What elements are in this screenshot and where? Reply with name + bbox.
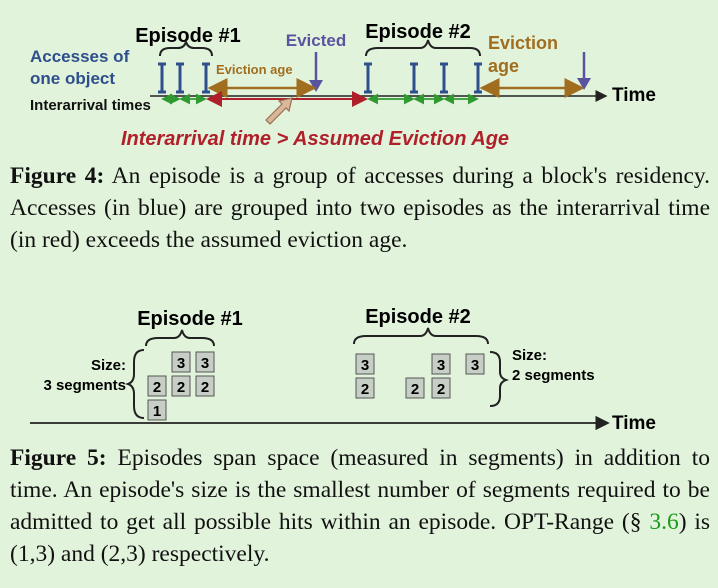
f5-caption-text-before: Episodes span space (measured in segment… [10,445,711,535]
svg-text:3: 3 [437,357,445,374]
f5-cell: 3 [465,353,485,375]
f5-episode2-brace [353,327,489,345]
f5-time-label: Time [612,413,656,434]
f4-evicted-arrowhead [309,80,323,92]
f4-caption-label: Figure 4: [10,163,105,189]
f5-episode1-label: Episode #1 [137,308,243,330]
f5-cell: 2 [431,377,451,399]
f5-size1-line2: 3 segments [43,377,126,394]
f5-episode1-brace [145,329,215,347]
f4-evicted-label: Evicted [286,31,346,50]
f5-cell: 2 [405,377,425,399]
figure-4-diagram: Episode #1 Episode #2 Evicted Eviction a… [0,0,718,152]
figure-4-svg: Episode #1 Episode #2 Evicted Eviction a… [30,21,656,150]
f4-pointer-arrow [265,97,293,125]
f5-episode2-label: Episode #2 [365,306,471,328]
svg-text:2: 2 [177,379,185,396]
svg-text:2: 2 [201,379,209,396]
f4-access-5 [410,62,418,94]
f5-cell: 3 [195,351,215,373]
f4-access-3 [202,62,210,94]
svg-text:3: 3 [471,357,479,374]
f4-interarrival-label: Interarrival times [30,97,151,114]
f5-cell: 3 [431,353,451,375]
f4-access-2 [176,62,184,94]
f4-episode2-label: Episode #2 [365,21,471,43]
figure-5-caption: Figure 5: Episodes span space (measured … [10,442,710,570]
f4-access-7 [474,62,482,94]
f4-access-4 [364,62,372,94]
f5-cell: 2 [171,375,191,397]
svg-text:2: 2 [411,381,419,398]
f5-ep2-cells: 3 3 3 2 2 2 [355,353,485,399]
f5-cell: 1 [147,399,167,421]
f4-eviction-age-small: Eviction age [216,62,293,77]
svg-text:3: 3 [361,357,369,374]
f5-size1-brace [124,349,145,419]
svg-text:2: 2 [437,381,445,398]
f5-cell: 3 [171,351,191,373]
f5-ep1-cells: 3 3 2 2 2 1 [147,351,215,421]
f5-cell: 3 [355,353,375,375]
f5-size2-line1: Size: [512,347,547,364]
f4-access-1 [158,62,166,94]
f4-eviction-age-line2: age [488,56,519,76]
f4-access-marks [158,62,482,94]
f5-size1-line1: Size: [91,357,126,374]
f5-size2-line2: 2 segments [512,367,595,384]
f5-cell: 2 [195,375,215,397]
f5-cell: 2 [147,375,167,397]
f4-time-label: Time [612,85,656,106]
f5-caption-label: Figure 5: [10,445,107,471]
f4-caption-text: An episode is a group of accesses during… [10,163,710,253]
figure-5-diagram: Episode #1 Episode #2 Size: 3 segments 3… [0,296,718,438]
figure-4-caption: Figure 4: An episode is a group of acces… [10,160,710,256]
f4-accesses-line2: one object [30,69,115,88]
f5-caption-ref-link[interactable]: 3.6 [649,509,678,535]
svg-text:3: 3 [201,355,209,372]
svg-text:3: 3 [177,355,185,372]
f4-red-annotation: Interarrival time > Assumed Eviction Age [121,128,509,150]
f5-size2-brace [489,351,510,407]
f4-access-6 [440,62,448,94]
f4-accesses-line1: Accesses of [30,47,130,66]
f4-eviction-age-line1: Eviction [488,33,558,53]
svg-text:2: 2 [153,379,161,396]
svg-text:1: 1 [153,403,161,420]
figure-5-svg: Episode #1 Episode #2 Size: 3 segments 3… [30,306,656,434]
f5-cell: 2 [355,377,375,399]
svg-text:2: 2 [361,381,369,398]
f4-episode1-label: Episode #1 [135,25,241,47]
